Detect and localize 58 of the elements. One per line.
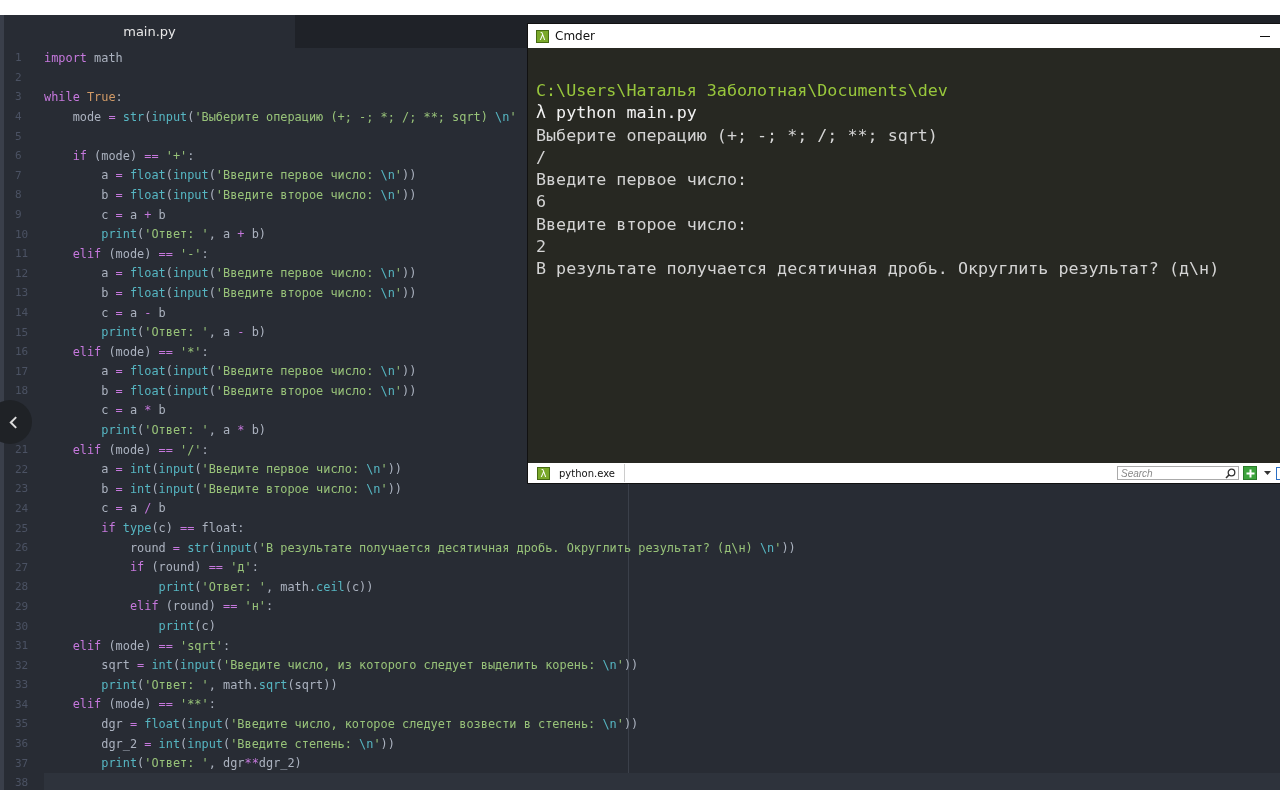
code-line: c = a * b	[100, 403, 166, 418]
search-icon	[1225, 467, 1236, 479]
code-line: if (mode) == '+':	[71, 148, 195, 163]
code-line: print('Ответ: ', a + b)	[100, 227, 266, 242]
code-line: print(c)	[157, 619, 216, 633]
code-line: dgr = float(input('Введите число, которое следует возвести в степень: \n'))	[100, 717, 639, 731]
console-line: Выберите операцию (+; -; *; /; **; sqrt)	[536, 123, 939, 146]
app-icon: λ	[537, 466, 550, 480]
code-line: elif (mode) == '/':	[71, 442, 209, 457]
console-line: Введите первое число:	[536, 168, 748, 191]
console-line: C:\Users\Наталья Заболотная\Documents\dev	[536, 79, 949, 102]
code-line: a = float(input('Введите первое число: \n'))	[100, 266, 417, 281]
console-tab[interactable]: λ python.exe	[528, 464, 625, 482]
code-line: b = float(input('Введите второе число: \n'))	[100, 383, 417, 398]
code-line: dgr_2 = int(input('Введите степень: \n'))	[100, 736, 395, 751]
code-line: import math	[44, 50, 123, 65]
chevron-left-icon	[9, 415, 18, 429]
back-button[interactable]	[0, 400, 32, 444]
code-line: elif (round) == 'н':	[128, 599, 274, 614]
code-line: a = int(input('Введите первое число: \n'))	[100, 462, 403, 477]
code-line: while True:	[44, 90, 123, 104]
tab-label: python.exe	[559, 467, 615, 479]
code-line: elif (mode) == '-':	[71, 246, 209, 261]
code-line: b = float(input('Введите второе число: \n'))	[100, 187, 417, 202]
code-line: c = a + b	[100, 207, 166, 222]
code-line: elif (mode) == '*':	[71, 344, 209, 359]
caret-icon	[1263, 471, 1271, 475]
code-line: if (round) == 'д':	[128, 560, 259, 575]
window-title: Cmder	[555, 29, 595, 43]
new-tab-button[interactable]	[1243, 466, 1257, 480]
code-line: round = str(input('В результате получается десятичная дробь. Округлить результат? (д\н) \n'))	[128, 540, 796, 555]
console-line: λ python main.py	[536, 101, 698, 124]
code-line: a = float(input('Введите первое число: \n'))	[100, 364, 417, 379]
code-line: elif (mode) == '**':	[71, 697, 216, 712]
console-line: 2	[536, 235, 548, 258]
console-line: В результате получается десятичная дробь. Округлить результат? (д\н)	[536, 257, 1221, 280]
code-line: elif (mode) == 'sqrt':	[71, 638, 231, 653]
file-tab[interactable]: main.py	[4, 15, 295, 48]
code-line: b = int(input('Введите второе число: \n'))	[100, 481, 403, 496]
code-line: c = a - b	[100, 305, 166, 320]
code-line: b = float(input('Введите второе число: \n'))	[100, 285, 417, 300]
code-line: print('Ответ: ', math.sqrt(sqrt))	[100, 677, 338, 692]
code-line: print('Ответ: ', a * b)	[100, 423, 266, 438]
code-line: print('Ответ: ', dgr**dgr_2)	[100, 756, 302, 771]
code-line: print('Ответ: ', math.ceil(c))	[157, 579, 374, 594]
code-line: mode = str(input('Выберите операцию (+; -; *; /; **; sqrt) \n'	[71, 109, 517, 124]
code-line: print('Ответ: ', a - b)	[100, 325, 266, 340]
app-icon: λ	[536, 29, 549, 43]
code-line: a = float(input('Введите первое число: \n'))	[100, 168, 417, 183]
plus-icon	[1245, 468, 1255, 478]
toolbar-icon[interactable]	[1276, 466, 1280, 480]
console-line: /	[536, 145, 548, 169]
code-line: c = a / b	[100, 501, 166, 516]
code-line: if type(c) == float:	[100, 521, 245, 536]
code-line: sqrt = int(input('Введите число, из которого следует выделить корень: \n'))	[100, 658, 639, 673]
console-line: 6	[536, 190, 548, 213]
search-field[interactable]: Search	[1117, 466, 1239, 480]
console-line: Введите второе число:	[536, 212, 748, 236]
